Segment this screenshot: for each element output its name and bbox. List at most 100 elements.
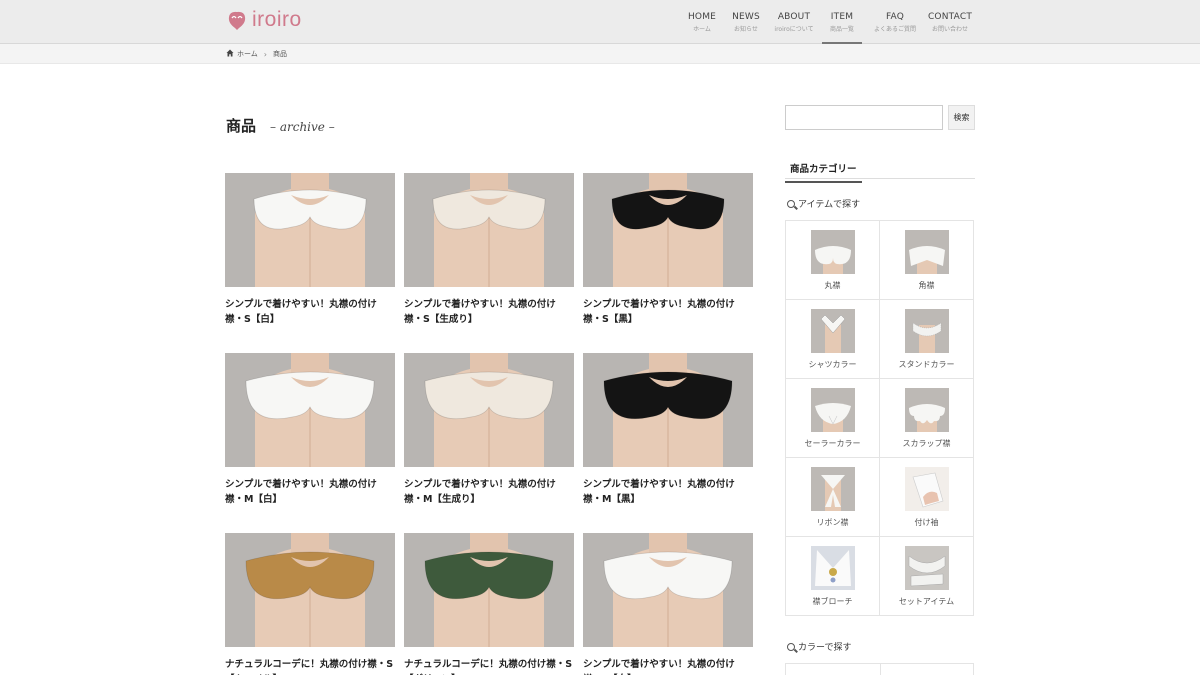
category-thumbnail[interactable] <box>904 546 949 590</box>
nav-news[interactable]: NEWS お知らせ <box>726 0 766 44</box>
search-button[interactable]: 検索 <box>948 105 975 130</box>
product-card[interactable]: シンプルで着けやすい！丸襟の付け襟・L【白】 <box>583 533 753 675</box>
category-row: リボン襟 付け袖 <box>786 458 974 537</box>
category-item-brooch[interactable]: 襟ブローチ <box>786 537 880 616</box>
category-item-scallop[interactable]: スカラップ襟 <box>880 379 974 458</box>
color-grid <box>785 663 974 675</box>
category-label[interactable]: スタンドカラー <box>880 359 973 370</box>
product-title[interactable]: シンプルで着けやすい！丸襟の付け襟・S【黒】 <box>583 297 753 327</box>
nav-about[interactable]: ABOUT iroiroについて <box>770 0 818 44</box>
category-item-set[interactable]: セットアイテム <box>880 537 974 616</box>
color-search-heading: カラーで探す <box>787 640 851 653</box>
product-title[interactable]: シンプルで着けやすい！丸襟の付け襟・M【生成り】 <box>404 477 574 507</box>
logo-text: iroiro <box>252 8 302 31</box>
category-thumbnail[interactable] <box>904 467 949 511</box>
site-header: iroiro HOME ホーム NEWS お知らせ ABOUT iroiroにつ… <box>0 0 1200 44</box>
search-icon <box>787 199 795 208</box>
category-item-ribbon[interactable]: リボン襟 <box>786 458 880 537</box>
category-label[interactable]: 付け袖 <box>880 517 973 528</box>
product-card[interactable]: シンプルで着けやすい！丸襟の付け襟・S【生成り】 <box>404 173 574 327</box>
breadcrumb-current: 商品 <box>273 50 287 58</box>
category-label[interactable]: シャツカラー <box>786 359 879 370</box>
category-item-round[interactable]: 丸襟 <box>786 221 880 300</box>
nav-contact[interactable]: CONTACT お問い合わせ <box>926 0 974 44</box>
breadcrumb-bar: ホーム › 商品 <box>0 44 1200 64</box>
category-thumbnail[interactable] <box>810 230 855 274</box>
product-image[interactable] <box>404 533 574 647</box>
product-image[interactable] <box>404 173 574 287</box>
grid-divider <box>880 664 881 675</box>
category-row: 丸襟 角襟 <box>786 221 974 300</box>
product-card[interactable]: シンプルで着けやすい！丸襟の付け襟・S【白】 <box>225 173 395 327</box>
nav-about-sub: iroiroについて <box>774 26 814 33</box>
category-thumbnail[interactable] <box>810 546 855 590</box>
category-item-shirt[interactable]: シャツカラー <box>786 300 880 379</box>
product-title[interactable]: ナチュラルコーデに！丸襟の付け襟・S【キャメル】 <box>225 657 395 675</box>
product-card[interactable]: シンプルで着けやすい！丸襟の付け襟・M【黒】 <box>583 353 753 507</box>
nav-contact-sub: お問い合わせ <box>931 26 968 33</box>
category-label[interactable]: スカラップ襟 <box>880 438 973 449</box>
category-item-sailor[interactable]: セーラーカラー <box>786 379 880 458</box>
nav-faq-sub: よくあるご質問 <box>873 26 916 33</box>
breadcrumb-home[interactable]: ホーム <box>237 49 258 59</box>
product-image[interactable] <box>225 353 395 467</box>
nav-item-sub: 商品一覧 <box>829 26 854 33</box>
product-image[interactable] <box>583 533 753 647</box>
category-thumbnail[interactable] <box>904 309 949 353</box>
site-logo[interactable]: iroiro <box>226 8 302 32</box>
item-search-heading-label: アイテムで探す <box>798 200 861 210</box>
product-card[interactable]: シンプルで着けやすい！丸襟の付け襟・M【生成り】 <box>404 353 574 507</box>
product-image[interactable] <box>583 353 753 467</box>
category-item-stand[interactable]: スタンドカラー <box>880 300 974 379</box>
category-label[interactable]: リボン襟 <box>786 517 879 528</box>
nav-about-label: ABOUT <box>777 12 811 22</box>
product-card[interactable]: シンプルで着けやすい！丸襟の付け襟・S【黒】 <box>583 173 753 327</box>
product-card[interactable]: ナチュラルコーデに！丸襟の付け襟・S【キャメル】 <box>225 533 395 675</box>
nav-home[interactable]: HOME ホーム <box>682 0 722 44</box>
product-image[interactable] <box>583 173 753 287</box>
category-heading: 商品カテゴリー <box>785 157 975 183</box>
category-row: 襟ブローチ セットアイテム <box>786 537 974 616</box>
search-icon <box>787 642 795 651</box>
category-label[interactable]: セーラーカラー <box>786 438 879 449</box>
chevron-right-icon: › <box>263 49 267 59</box>
category-label[interactable]: 襟ブローチ <box>786 596 879 607</box>
nav-faq[interactable]: FAQ よくあるご質問 <box>870 0 920 44</box>
nav-faq-label: FAQ <box>885 12 905 22</box>
product-card[interactable]: シンプルで着けやすい！丸襟の付け襟・M【白】 <box>225 353 395 507</box>
nav-home-sub: ホーム <box>693 26 711 33</box>
product-image[interactable] <box>404 353 574 467</box>
product-title[interactable]: シンプルで着けやすい！丸襟の付け襟・L【白】 <box>583 657 753 675</box>
category-item-square[interactable]: 角襟 <box>880 221 974 300</box>
category-thumbnail[interactable] <box>810 309 855 353</box>
category-item-cuff[interactable]: 付け袖 <box>880 458 974 537</box>
home-icon <box>226 49 234 59</box>
product-image[interactable] <box>225 173 395 287</box>
product-title[interactable]: シンプルで着けやすい！丸襟の付け襟・M【白】 <box>225 477 395 507</box>
product-title[interactable]: シンプルで着けやすい！丸襟の付け襟・S【生成り】 <box>404 297 574 327</box>
item-search-heading: アイテムで探す <box>787 197 860 210</box>
category-row: セーラーカラー スカラップ襟 <box>786 379 974 458</box>
breadcrumb: ホーム › 商品 <box>226 49 287 59</box>
category-thumbnail[interactable] <box>904 388 949 432</box>
product-image[interactable] <box>225 533 395 647</box>
main-nav: HOME ホーム NEWS お知らせ ABOUT iroiroについて ITEM… <box>682 0 974 44</box>
category-thumbnail[interactable] <box>810 467 855 511</box>
color-search-heading-label: カラーで探す <box>798 643 852 653</box>
category-label[interactable]: 丸襟 <box>786 280 879 291</box>
nav-item-label: ITEM <box>830 12 854 22</box>
page-heading: 商品 – archive – <box>226 115 335 136</box>
category-thumbnail[interactable] <box>810 388 855 432</box>
nav-news-label: NEWS <box>732 12 760 22</box>
product-title[interactable]: シンプルで着けやすい！丸襟の付け襟・S【白】 <box>225 297 395 327</box>
category-thumbnail[interactable] <box>904 230 949 274</box>
product-title[interactable]: ナチュラルコーデに！丸襟の付け襟・S【グリーン】 <box>404 657 574 675</box>
page-subtitle: – archive – <box>270 120 335 134</box>
nav-news-sub: お知らせ <box>734 26 758 33</box>
search-input[interactable] <box>785 105 943 130</box>
category-label[interactable]: 角襟 <box>880 280 973 291</box>
product-card[interactable]: ナチュラルコーデに！丸襟の付け襟・S【グリーン】 <box>404 533 574 675</box>
category-label[interactable]: セットアイテム <box>880 596 973 607</box>
nav-item[interactable]: ITEM 商品一覧 <box>822 0 862 44</box>
product-title[interactable]: シンプルで着けやすい！丸襟の付け襟・M【黒】 <box>583 477 753 507</box>
